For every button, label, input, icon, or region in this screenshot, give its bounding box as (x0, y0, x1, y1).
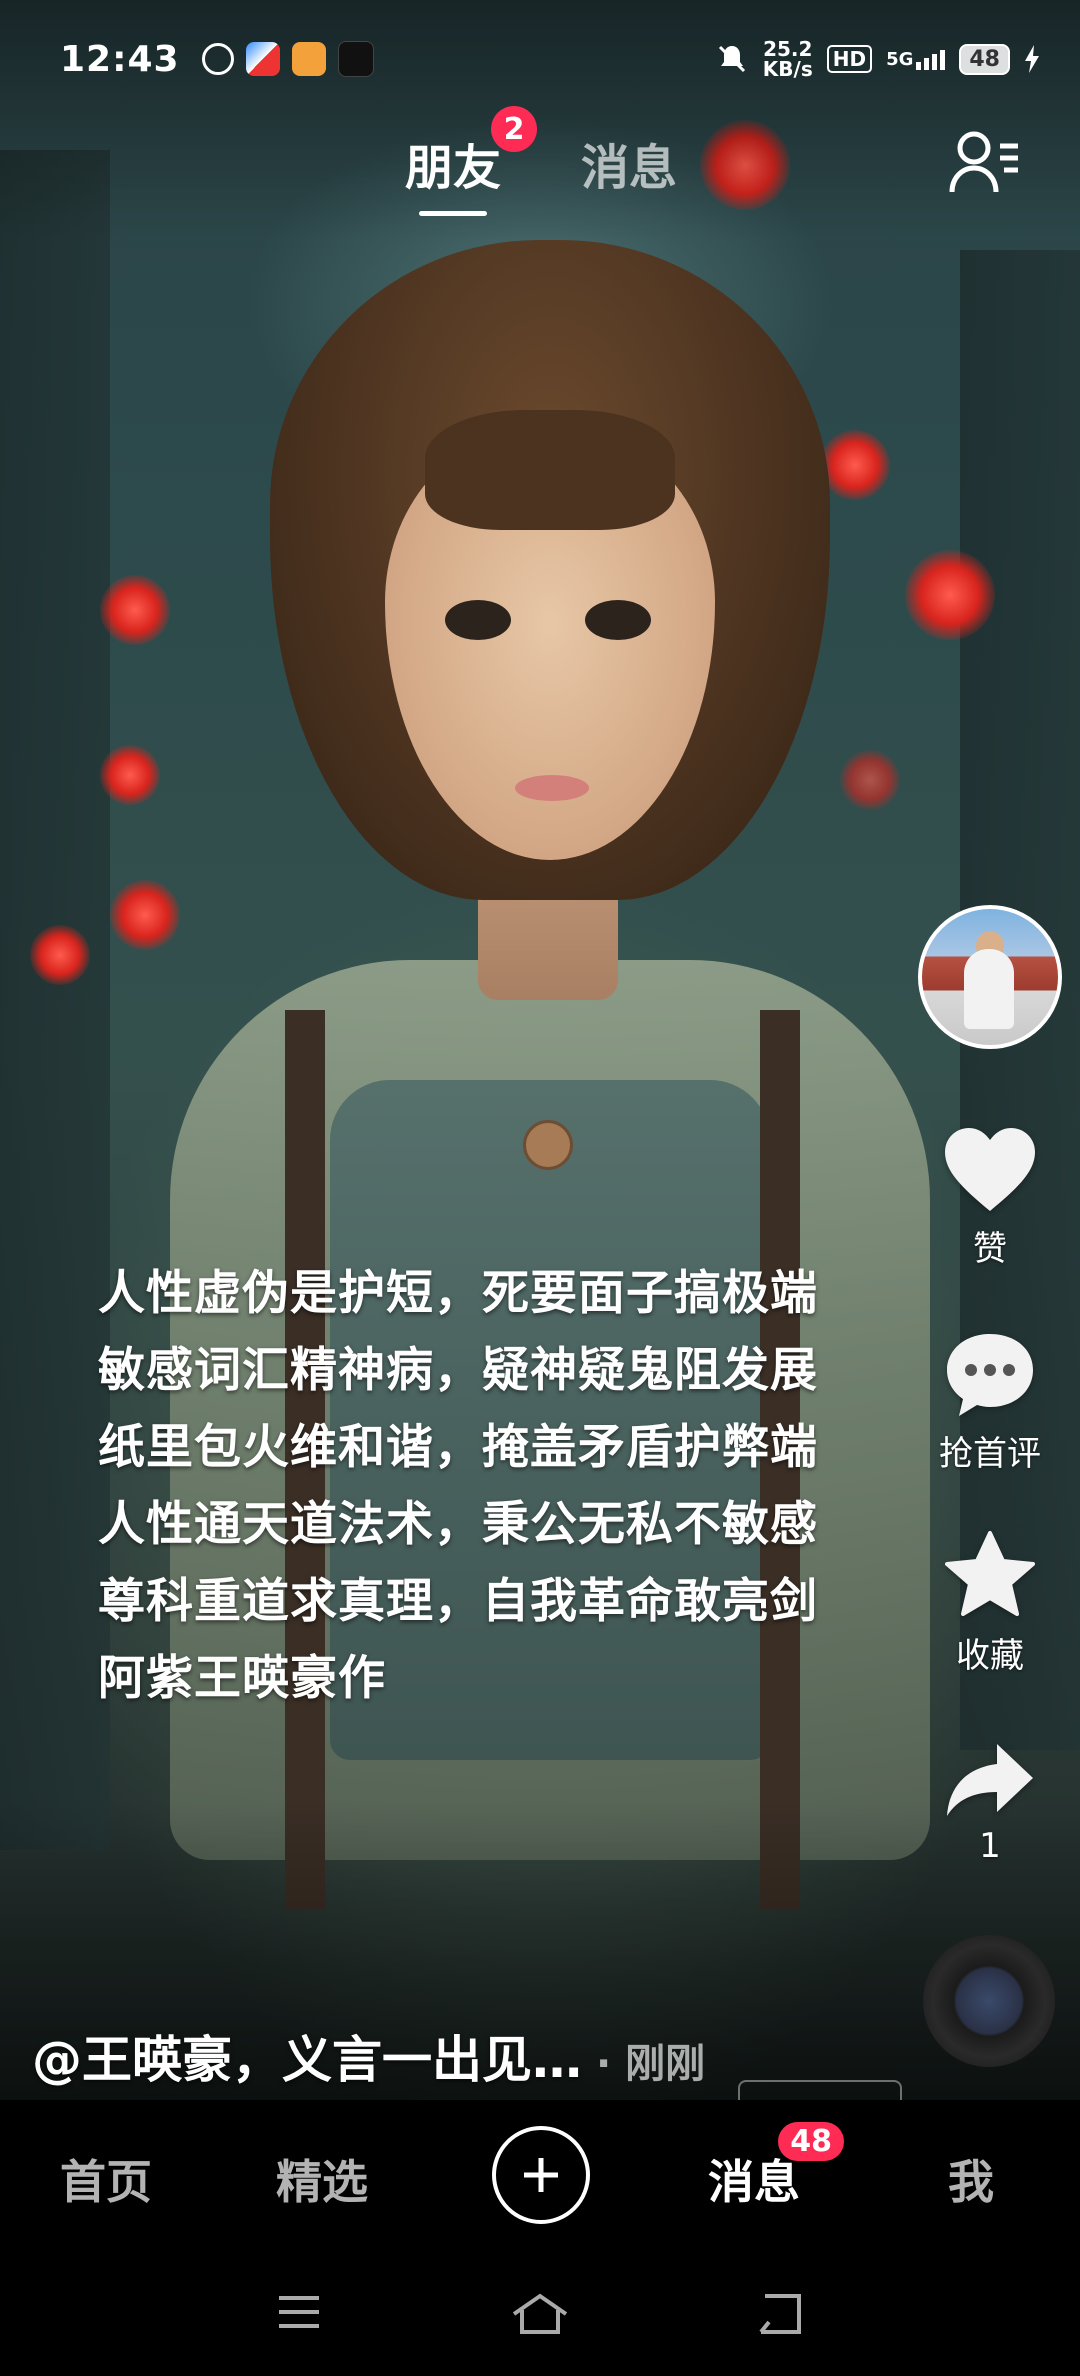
plus-icon (524, 2158, 558, 2192)
necklace-pendant (523, 1120, 573, 1170)
video-overlay-text: 人性虚伪是护短，死要面子搞极端 敏感词汇精神病，疑神疑鬼阻发展 纸里包火维和谐，… (98, 1255, 858, 1717)
tab-friends[interactable]: 朋友 2 (405, 106, 538, 216)
create-button[interactable] (492, 2126, 590, 2224)
bottom-nav: 首页 精选 消息 48 我 (0, 2100, 1080, 2250)
caption-text: @王暎豪，义言一出见… (32, 2031, 582, 2089)
poem-line: 人性虚伪是护短，死要面子搞极端 (98, 1266, 818, 1321)
video-background[interactable] (0, 0, 1080, 2100)
comment-button[interactable]: 抢首评 (920, 1330, 1060, 1475)
figure-lips (515, 775, 589, 801)
lantern (30, 925, 90, 985)
nav-messages-badge: 48 (778, 2122, 844, 2161)
favorite-label: 收藏 (956, 1636, 1024, 1676)
app-notification-icon (291, 42, 326, 76)
star-icon (945, 1531, 1035, 1616)
share-arrow-icon (947, 1744, 1033, 1816)
status-right: 25.2 KB/s HD 5G 48 (715, 39, 1040, 79)
network-speed-unit: KB/s (762, 57, 813, 81)
figure-eye-right (585, 600, 651, 640)
nav-me[interactable]: 我 (948, 2146, 994, 2212)
figure-eye-left (445, 600, 511, 640)
caption-time: · 刚刚 (596, 2041, 706, 2087)
app-notification-icon (201, 43, 234, 75)
poem-line: 人性通天道法术，秉公无私不敏感 (98, 1497, 818, 1552)
like-button[interactable]: 赞 (920, 1125, 1060, 1270)
signal-type: 5G (886, 48, 914, 70)
friends-list-icon[interactable] (948, 128, 1022, 198)
nav-messages-label: 消息 (708, 2155, 800, 2209)
network-speed-value: 25.2 (763, 37, 813, 61)
poem-line: 纸里包火维和谐，掩盖矛盾护弊端 (98, 1420, 818, 1475)
lantern (100, 745, 160, 805)
tab-friends-label: 朋友 (405, 140, 502, 196)
heart-icon (945, 1128, 1035, 1211)
like-label: 赞 (973, 1229, 1007, 1269)
comment-label: 抢首评 (939, 1434, 1041, 1474)
tab-friends-badge: 2 (491, 106, 538, 152)
tree-trunk-left (0, 150, 110, 1850)
app-notification-icon (245, 42, 280, 76)
menu-icon[interactable] (275, 2292, 323, 2332)
avatar-person (964, 949, 1014, 1029)
lantern (905, 550, 995, 640)
lantern (100, 575, 170, 645)
poem-line: 敏感词汇精神病，疑神疑鬼阻发展 (98, 1343, 818, 1398)
share-count: 1 (979, 1826, 1001, 1866)
network-speed: 25.2 KB/s (763, 39, 813, 79)
author-avatar[interactable] (918, 905, 1062, 1049)
battery-indicator: 48 (959, 43, 1010, 75)
top-tabs: 朋友 2 消息 (405, 106, 677, 216)
share-button[interactable]: 1 (920, 1740, 1060, 1866)
poem-line: 尊科重道求真理，自我革命敢亮剑 (98, 1574, 818, 1629)
status-time: 12:43 (60, 38, 180, 80)
video-caption[interactable]: @王暎豪，义言一出见… · 刚刚 (32, 2020, 705, 2092)
comment-bubble-icon (947, 1334, 1033, 1416)
poem-line: 阿紫王暎豪作 (98, 1651, 386, 1706)
nav-featured[interactable]: 精选 (276, 2146, 368, 2212)
nav-home[interactable]: 首页 (60, 2146, 152, 2212)
tiktok-notification-icon (337, 41, 374, 77)
system-nav-bar (0, 2250, 1080, 2376)
home-icon[interactable] (510, 2292, 570, 2336)
hd-indicator: HD (826, 45, 873, 73)
lantern (110, 880, 180, 950)
nav-messages[interactable]: 消息 48 (708, 2122, 844, 2212)
charging-bolt-icon (1025, 45, 1039, 73)
signal-icon: 5G (886, 48, 946, 70)
lantern (840, 750, 900, 810)
lantern (820, 430, 890, 500)
tab-messages[interactable]: 消息 (581, 128, 677, 216)
favorite-button[interactable]: 收藏 (920, 1530, 1060, 1677)
back-icon[interactable] (755, 2292, 805, 2336)
tab-messages-label: 消息 (581, 140, 678, 196)
mute-bell-icon (718, 45, 745, 73)
music-disc[interactable] (923, 1935, 1055, 2067)
status-bar: 12:43 25.2 KB/s HD 5G 48 (60, 34, 1040, 84)
figure-bangs (425, 410, 675, 530)
